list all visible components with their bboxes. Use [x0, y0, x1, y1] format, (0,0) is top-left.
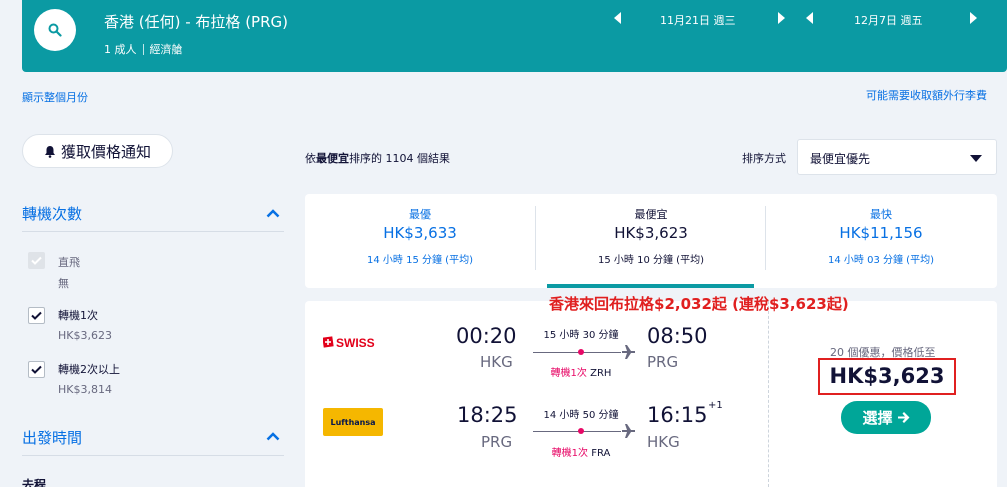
outbound-depart-airport: HKG: [480, 353, 513, 371]
flight-price: HK$3,623: [829, 364, 945, 388]
outbound-route-line: [533, 352, 621, 353]
results-count-sort: 最便宜: [316, 152, 349, 165]
inbound-route-line: [533, 431, 621, 432]
arrow-right-icon: [897, 412, 909, 423]
check-icon: [31, 365, 42, 374]
outbound-duration: 15 小時 30 分鐘: [543, 330, 619, 341]
price-highlight-box: HK$3,623: [818, 358, 956, 395]
inbound-stops-count: 轉機1次: [551, 448, 589, 459]
inbound-depart-airport: PRG: [481, 433, 513, 451]
check-icon: [31, 256, 42, 265]
passenger-count: 1 成人: [104, 43, 137, 56]
tab-best[interactable]: 最優 HK$3,633 14 小時 15 分鐘 (平均): [305, 194, 535, 288]
inbound-stops: 轉機1次 FRA: [533, 444, 629, 459]
outbound-via: ZRH: [590, 368, 612, 379]
return-date-picker: 12月7日 週五: [806, 12, 996, 28]
tab-best-price: HK$3,633: [383, 224, 457, 242]
route-title: 香港 (任何) - 布拉格 (PRG): [104, 13, 288, 31]
prev-return-date-icon[interactable]: [806, 12, 813, 24]
check-icon: [31, 311, 42, 320]
plane-icon: [622, 424, 635, 438]
active-tab-indicator: [547, 284, 754, 288]
outbound-arrive-airport: PRG: [647, 353, 679, 371]
inbound-arrive-airport: HKG: [647, 433, 680, 451]
tab-best-title: 最優: [409, 208, 431, 221]
edit-search-button[interactable]: [34, 9, 76, 51]
sort-value: 最便宜優先: [810, 152, 871, 166]
flight-results-page: 香港 (任何) - 布拉格 (PRG) 1 成人 經濟艙 11月21日 週三 1…: [0, 0, 1007, 487]
inbound-via: FRA: [591, 448, 611, 459]
sort-label: 排序方式: [742, 152, 786, 165]
stops-direct-checkbox[interactable]: [28, 252, 45, 269]
results-count-prefix: 依: [305, 152, 316, 165]
passenger-cabin-info: 1 成人 經濟艙: [104, 41, 183, 57]
chevron-up-icon[interactable]: [266, 432, 280, 441]
select-flight-label: 選擇: [862, 409, 893, 427]
search-summary-bar: 香港 (任何) - 布拉格 (PRG) 1 成人 經濟艙 11月21日 週三 1…: [22, 0, 1007, 72]
tab-fastest-duration: 14 小時 03 分鐘 (平均): [828, 255, 934, 266]
outbound-time-label: 去程: [22, 478, 47, 487]
stops-one-price: HK$3,623: [58, 329, 112, 342]
return-date[interactable]: 12月7日 週五: [854, 12, 923, 28]
prev-depart-date-icon[interactable]: [614, 12, 621, 24]
show-whole-month-link[interactable]: 顯示整個月份: [22, 89, 88, 105]
lufthansa-logo: Lufthansa: [323, 408, 383, 436]
tab-cheapest-price: HK$3,623: [614, 224, 688, 242]
caret-down-icon: [970, 155, 982, 162]
next-depart-date-icon[interactable]: [778, 12, 785, 24]
depart-date[interactable]: 11月21日 週三: [660, 12, 736, 28]
cabin-class: 經濟艙: [149, 43, 183, 56]
stops-filter-title[interactable]: 轉機次數: [22, 203, 82, 224]
day-offset: +1: [708, 400, 723, 411]
tab-fastest-price: HK$11,156: [839, 224, 923, 242]
divider: [22, 231, 284, 232]
bell-icon: [44, 145, 55, 158]
stops-one-label: 轉機1次: [58, 309, 98, 322]
stops-two-plus-price: HK$3,814: [58, 383, 112, 396]
select-flight-button[interactable]: 選擇: [841, 401, 931, 434]
stops-one-checkbox[interactable]: [28, 307, 45, 324]
outbound-depart-time: 00:20: [456, 324, 517, 348]
outbound-stops-count: 轉機1次: [550, 368, 587, 379]
tab-fastest-title: 最快: [870, 208, 892, 221]
inbound-duration: 14 小時 50 分鐘: [543, 410, 619, 421]
swiss-logo: SWISS: [323, 336, 375, 350]
next-return-date-icon[interactable]: [970, 12, 977, 24]
search-icon: [48, 23, 62, 37]
divider: [142, 43, 144, 55]
tab-cheapest-duration: 15 小時 10 分鐘 (平均): [598, 255, 704, 266]
outbound-stops: 轉機1次 ZRH: [533, 364, 629, 379]
results-count: 依最便宜排序的 1104 個結果: [305, 150, 450, 166]
inbound-arrive-time: 16:15: [647, 403, 708, 427]
tab-fastest[interactable]: 最快 HK$11,156 14 小時 03 分鐘 (平均): [766, 194, 996, 288]
sort-select[interactable]: 最便宜優先: [797, 139, 997, 175]
tab-cheapest[interactable]: 最便宜 HK$3,623 15 小時 10 分鐘 (平均): [536, 194, 766, 288]
stop-dot: [578, 428, 584, 434]
tab-best-duration: 14 小時 15 分鐘 (平均): [367, 255, 473, 266]
inbound-depart-time: 18:25: [457, 403, 518, 427]
swiss-logo-text: SWISS: [336, 336, 375, 350]
stops-direct-label: 直飛: [58, 256, 80, 269]
stops-two-plus-label: 轉機2次以上: [58, 363, 120, 376]
extra-baggage-fees-link[interactable]: 可能需要收取額外行李費: [866, 87, 987, 103]
tab-cheapest-title: 最便宜: [634, 208, 668, 221]
divider: [768, 301, 769, 487]
plane-icon: [622, 345, 635, 359]
depart-time-filter-title[interactable]: 出發時間: [22, 427, 82, 448]
depart-date-picker: 11月21日 週三: [614, 12, 804, 28]
outbound-arrive-time: 08:50: [647, 324, 708, 348]
promo-banner: 香港來回布拉格$2,032起 (連稅$3,623起): [549, 295, 849, 313]
stops-direct-price: 無: [58, 277, 69, 290]
price-alert-label: 獲取價格通知: [60, 142, 151, 161]
chevron-up-icon[interactable]: [266, 209, 280, 218]
stop-dot: [578, 349, 584, 355]
summary-tabs: 最優 HK$3,633 14 小時 15 分鐘 (平均) 最便宜 HK$3,62…: [305, 194, 997, 288]
price-alert-button[interactable]: 獲取價格通知: [22, 134, 173, 168]
results-count-suffix: 排序的 1104 個結果: [349, 152, 450, 165]
divider: [22, 455, 284, 456]
stops-two-plus-checkbox[interactable]: [28, 361, 45, 378]
